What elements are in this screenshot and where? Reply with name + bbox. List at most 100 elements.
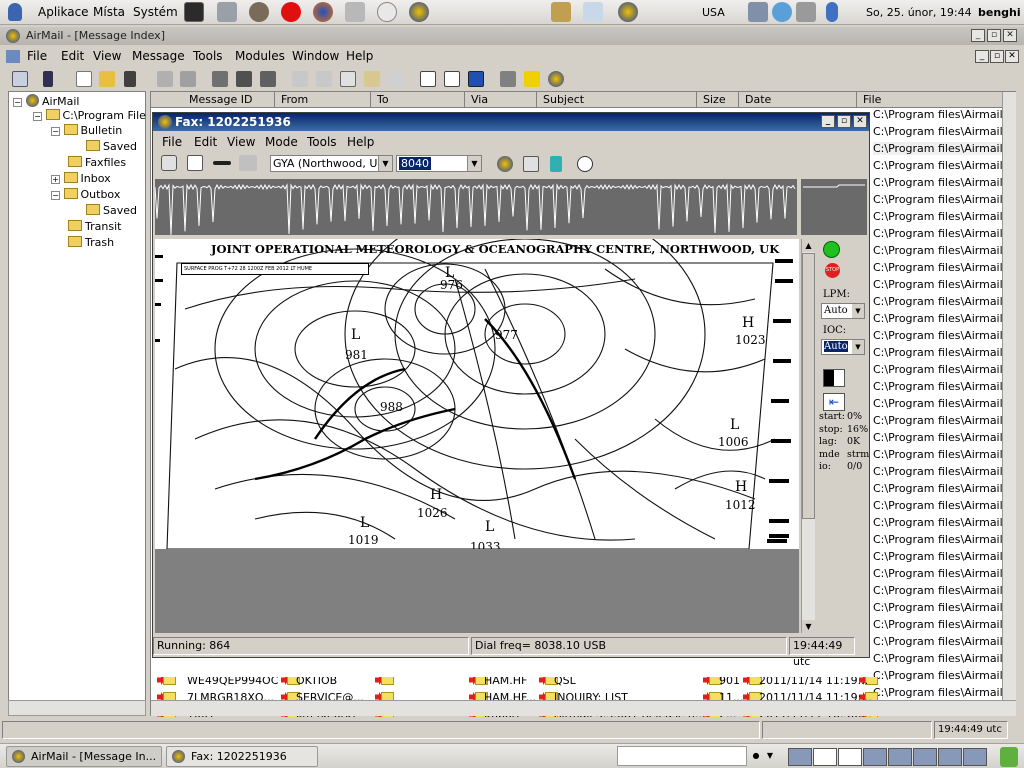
new-message-icon[interactable] (76, 71, 92, 87)
file-path-cell[interactable]: C:\Program files\Airmail\ (873, 363, 1003, 376)
workspace-4[interactable] (863, 748, 887, 766)
copy-icon[interactable] (340, 71, 356, 87)
file-path-cell[interactable]: C:\Program files\Airmail\ (873, 516, 1003, 529)
cut-icon[interactable] (316, 71, 332, 87)
file-path-cell[interactable]: C:\Program files\Airmail\ (873, 176, 1003, 189)
bookmark-icon[interactable] (43, 71, 53, 87)
stop-button[interactable]: STOP (825, 263, 840, 278)
print-icon[interactable] (212, 71, 228, 87)
workspace-3[interactable] (838, 748, 862, 766)
tree-node-outbox-saved[interactable]: Saved (86, 204, 137, 217)
file-path-cell[interactable]: C:\Program files\Airmail\ (873, 618, 1003, 631)
menu-places[interactable]: Místa (93, 5, 125, 19)
file-path-cell[interactable]: C:\Program files\Airmail\ (873, 431, 1003, 444)
keyboard-layout[interactable]: USA (702, 6, 725, 19)
file-path-cell[interactable]: C:\Program files\Airmail\ (873, 312, 1003, 325)
file-path-cell[interactable]: C:\Program files\Airmail\ (873, 108, 1003, 121)
delete-icon[interactable] (260, 71, 276, 87)
menu-file[interactable]: File (27, 49, 47, 63)
file-path-cell[interactable]: C:\Program files\Airmail\ (873, 210, 1003, 223)
file-path-cell[interactable]: C:\Program files\Airmail\ (873, 601, 1003, 614)
gnome-foot-icon[interactable] (8, 3, 22, 21)
column-header-from[interactable]: From (275, 92, 371, 108)
fax-minimize-button[interactable]: _ (821, 115, 835, 128)
fax-menu-view[interactable]: View (227, 135, 255, 149)
fax-menu-help[interactable]: Help (347, 135, 374, 149)
menu-edit[interactable]: Edit (61, 49, 84, 63)
column-header-message-id[interactable]: Message ID (151, 92, 275, 108)
file-path-cell[interactable]: C:\Program files\Airmail\ (873, 584, 1003, 597)
fax-menu-mode[interactable]: Mode (265, 135, 298, 149)
document-icon[interactable] (6, 50, 20, 63)
lpm-select[interactable]: Auto ▼ (821, 303, 865, 319)
connect-icon[interactable] (524, 71, 540, 87)
file-path-cell[interactable]: C:\Program files\Airmail\ (873, 652, 1003, 665)
fax-close-button[interactable]: ✕ (853, 115, 867, 128)
file-path-cell[interactable]: C:\Program files\Airmail\ (873, 193, 1003, 206)
io-icon[interactable] (239, 155, 257, 171)
clock[interactable]: So, 25. únor, 19:44 (866, 6, 972, 19)
schedule-clock-icon[interactable] (577, 156, 593, 172)
network-icon[interactable] (748, 2, 768, 22)
close-button[interactable]: ✕ (1003, 29, 1017, 42)
log-icon[interactable] (187, 155, 203, 171)
column-header-file[interactable]: File (857, 92, 1003, 108)
menu-system[interactable]: Systém (133, 5, 178, 19)
scroll-up-arrow[interactable]: ▲ (802, 239, 815, 252)
file-path-cell[interactable]: C:\Program files\Airmail\ (873, 159, 1003, 172)
minimize-button[interactable]: _ (971, 29, 985, 42)
file-path-cell[interactable]: C:\Program files\Airmail\ (873, 346, 1003, 359)
file-path-cell[interactable]: C:\Program files\Airmail\ (873, 414, 1003, 427)
search-input[interactable] (617, 746, 747, 766)
image-viewer-icon[interactable] (583, 2, 603, 22)
file-path-cell[interactable]: C:\Program files\Airmail\ (873, 397, 1003, 410)
terminal-icon[interactable] (184, 2, 204, 22)
file-path-cell[interactable]: C:\Program files\Airmail\ (873, 125, 1003, 138)
camera-icon[interactable] (523, 156, 539, 172)
screenshot-icon[interactable] (551, 2, 571, 22)
file-path-cell[interactable]: C:\Program files\Airmail\ (873, 635, 1003, 648)
globe-icon[interactable] (497, 156, 513, 172)
file-path-cell[interactable]: C:\Program files\Airmail\ (873, 261, 1003, 274)
menu-applications[interactable]: Aplikace (38, 5, 89, 19)
mail-icon[interactable] (377, 2, 397, 22)
attachment-icon[interactable] (157, 71, 173, 87)
scroll-down-arrow[interactable]: ▼ (802, 620, 815, 633)
file-path-cell[interactable]: C:\Program files\Airmail\ (873, 278, 1003, 291)
file-path-cell[interactable]: C:\Program files\Airmail\ (873, 142, 1003, 155)
tree-node-faxfiles[interactable]: Faxfiles (68, 156, 126, 169)
menu-modules[interactable]: Modules (235, 49, 285, 63)
fax-title-bar[interactable]: Fax: 1202251936 _ ▫ ✕ (153, 113, 869, 131)
search-options-button[interactable]: ● (750, 746, 762, 766)
undo-icon[interactable] (292, 71, 308, 87)
tree-node-trash[interactable]: Trash (68, 236, 114, 249)
maximize-button[interactable]: ▫ (987, 29, 1001, 42)
user-name[interactable]: benghi (978, 6, 1021, 19)
column-header-date[interactable]: Date (739, 92, 857, 108)
task-airmail[interactable]: AirMail - [Message In... (6, 746, 162, 767)
globe-icon[interactable] (548, 71, 564, 87)
mdi-minimize-button[interactable]: _ (975, 50, 989, 63)
workspace-6[interactable] (913, 748, 937, 766)
fax-menu-tools[interactable]: Tools (307, 135, 337, 149)
tune-icon[interactable] (213, 161, 231, 165)
preview-icon[interactable] (468, 71, 484, 87)
tree-node-program-files[interactable]: − C:\Program File (33, 109, 146, 122)
file-path-cell[interactable]: C:\Program files\Airmail\ (873, 550, 1003, 563)
workspace-2[interactable] (813, 748, 837, 766)
workspace-1[interactable] (788, 748, 812, 766)
menu-message[interactable]: Message (132, 49, 185, 63)
ioc-select[interactable]: Auto ▼ (821, 339, 865, 355)
open-folder-icon[interactable] (99, 71, 115, 87)
fax-vscrollbar[interactable]: ▲ ▼ (801, 239, 815, 633)
file-path-cell[interactable]: C:\Program files\Airmail\ (873, 482, 1003, 495)
contrast-icon[interactable] (823, 369, 845, 387)
column-header-via[interactable]: Via (465, 92, 537, 108)
column-header-size[interactable]: Size (697, 92, 739, 108)
file-path-cell[interactable]: C:\Program files\Airmail\ (873, 244, 1003, 257)
reply-icon[interactable] (124, 71, 136, 87)
opera-icon[interactable] (281, 2, 301, 22)
column-header-subject[interactable]: Subject (537, 92, 697, 108)
paperclip-icon[interactable] (180, 71, 196, 87)
tree-node-outbox[interactable]: − Outbox (51, 188, 120, 201)
